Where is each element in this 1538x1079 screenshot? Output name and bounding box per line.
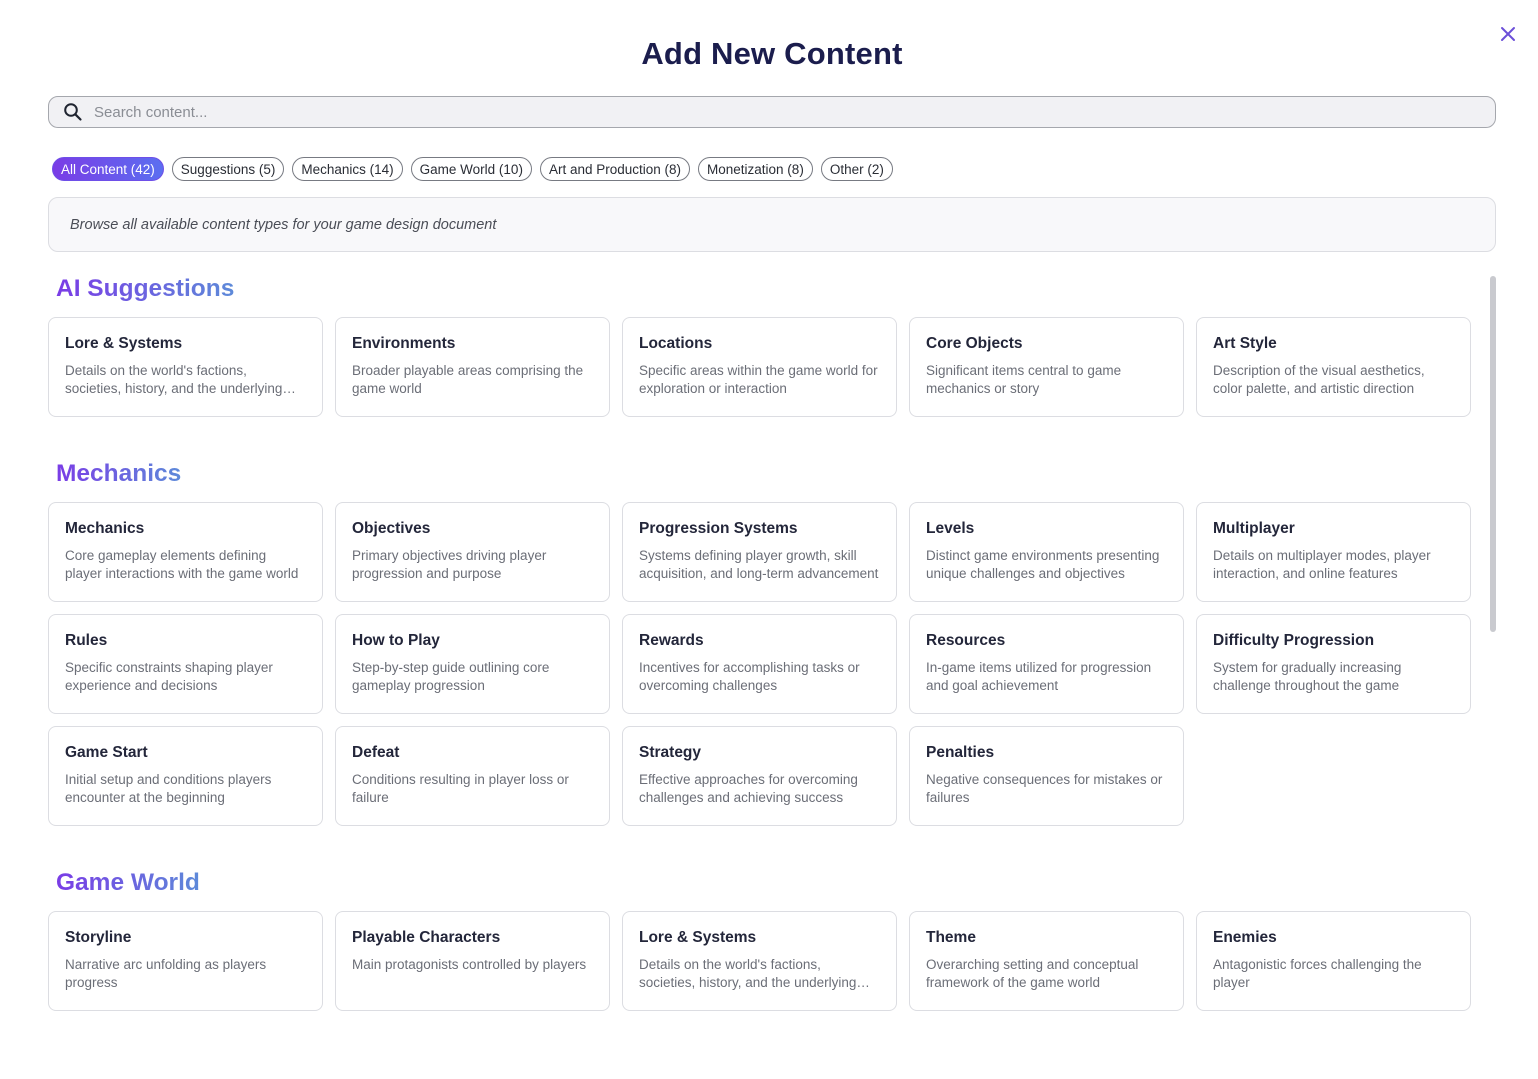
card-title: Game Start <box>65 744 148 761</box>
content-card-rewards[interactable]: Rewards Incentives for accomplishing task… <box>622 614 897 714</box>
content-card-game-start[interactable]: Game Start Initial setup and conditions p… <box>48 726 323 826</box>
card-title: Defeat <box>352 744 400 761</box>
card-description: Negative consequences for mistakes or fa… <box>926 772 1163 805</box>
card-description: Main protagonists controlled by players <box>352 957 587 972</box>
card-description: Details on the world's factions, societi… <box>639 957 857 990</box>
card-title: Rules <box>65 632 108 649</box>
content-list[interactable]: AI Suggestions Lore & Systems Details on t… <box>0 262 1538 1045</box>
browse-description: Browse all available content types for y… <box>48 197 1496 252</box>
section-title-game-world: Game World <box>56 869 200 896</box>
card-description: System for gradually increasing challeng… <box>1213 660 1402 693</box>
card-description: Initial setup and conditions players enc… <box>65 772 272 805</box>
card-description: Effective approaches for overcoming chal… <box>639 772 858 805</box>
content-card-mechanics[interactable]: Mechanics Core gameplay elements defining… <box>48 502 323 602</box>
card-title: Rewards <box>639 632 704 649</box>
content-card-levels[interactable]: Levels Distinct game environments present… <box>909 502 1184 602</box>
content-card-penalties[interactable]: Penalties Negative consequences for mista… <box>909 726 1184 826</box>
card-title: Lore & Systems <box>639 929 757 946</box>
card-title: Difficulty Progression <box>1213 632 1375 649</box>
card-title: Progression Systems <box>639 520 798 537</box>
card-description: Specific areas within the game world for… <box>639 363 878 396</box>
content-card-storyline[interactable]: Storyline Narrative arc unfolding as play… <box>48 911 323 1011</box>
card-title: Core Objects <box>926 335 1023 352</box>
section-title-mechanics: Mechanics <box>56 460 182 487</box>
card-title: Lore & Systems <box>65 335 183 352</box>
card-description: Details on multiplayer modes, player int… <box>1213 548 1431 581</box>
card-description: Specific constraints shaping player expe… <box>65 660 273 693</box>
content-card-how-to-play[interactable]: How to Play Step-by-step guide outlining … <box>335 614 610 714</box>
content-card-locations[interactable]: Locations Specific areas within the game … <box>622 317 897 417</box>
filter-chip-art-and-production[interactable]: Art and Production (8) <box>539 157 691 181</box>
section-title-ai-suggestions: AI Suggestions <box>56 275 235 302</box>
card-title: Theme <box>926 929 976 946</box>
card-description: Incentives for accomplishing tasks or ov… <box>639 660 860 693</box>
dialog-title: Add New Content <box>641 36 903 71</box>
content-card-resources[interactable]: Resources In-game items utilized for prog… <box>909 614 1184 714</box>
card-title: Mechanics <box>65 520 145 537</box>
content-card-lore-and-systems[interactable]: Lore & Systems Details on the world's fac… <box>48 317 323 417</box>
card-description: Systems defining player growth, skill ac… <box>639 548 879 581</box>
content-card-strategy[interactable]: Strategy Effective approaches for overcom… <box>622 726 897 826</box>
filter-chip-other[interactable]: Other (2) <box>820 157 893 181</box>
card-description: Conditions resulting in player loss or f… <box>352 772 569 805</box>
content-card-defeat[interactable]: Defeat Conditions resulting in player los… <box>335 726 610 826</box>
card-title: Strategy <box>639 744 702 761</box>
card-title: Environments <box>352 335 456 352</box>
card-title: Playable Characters <box>352 929 501 946</box>
scrollbar-thumb[interactable] <box>1490 276 1496 632</box>
content-card-theme[interactable]: Theme Overarching setting and conceptual … <box>909 911 1184 1011</box>
card-description: Core gameplay elements defining player i… <box>65 548 299 581</box>
card-description: Description of the visual aesthetics, co… <box>1213 363 1425 396</box>
filter-chip-all-content[interactable]: All Content (42) <box>52 157 164 181</box>
content-card-enemies[interactable]: Enemies Antagonistic forces challenging t… <box>1196 911 1471 1011</box>
search-input[interactable] <box>94 103 1474 121</box>
card-description: In-game items utilized for progression a… <box>926 660 1152 693</box>
content-card-difficulty-progression[interactable]: Difficulty Progression System for gradual… <box>1196 614 1471 714</box>
card-title: Resources <box>926 632 1006 649</box>
card-description: Details on the world's factions, societi… <box>65 363 283 396</box>
filter-chip-monetization[interactable]: Monetization (8) <box>698 157 813 181</box>
card-title: Enemies <box>1213 929 1277 946</box>
card-description: Primary objectives driving player progre… <box>352 548 547 581</box>
card-title: Levels <box>926 520 975 537</box>
content-card-core-objects[interactable]: Core Objects Significant items central to… <box>909 317 1184 417</box>
content-card-objectives[interactable]: Objectives Primary objectives driving pla… <box>335 502 610 602</box>
card-title: Art Style <box>1213 335 1277 352</box>
card-title: Multiplayer <box>1213 520 1295 537</box>
content-card-environments[interactable]: Environments Broader playable areas compr… <box>335 317 610 417</box>
content-card-rules[interactable]: Rules Specific constraints shaping player… <box>48 614 323 714</box>
content-card-multiplayer[interactable]: Multiplayer Details on multiplayer modes,… <box>1196 502 1471 602</box>
card-title: Storyline <box>65 929 132 946</box>
card-description: Broader playable areas comprising the ga… <box>352 363 584 396</box>
content-card-lore-and-systems[interactable]: Lore & Systems Details on the world's fac… <box>622 911 897 1011</box>
card-description: Antagonistic forces challenging the play… <box>1213 957 1422 990</box>
search-bar <box>48 96 1496 128</box>
content-card-playable-characters[interactable]: Playable Characters Main protagonists con… <box>335 911 610 1011</box>
content-card-art-style[interactable]: Art Style Description of the visual aesth… <box>1196 317 1471 417</box>
card-title: How to Play <box>352 632 440 649</box>
card-title: Locations <box>639 335 713 352</box>
search-icon <box>64 103 82 121</box>
card-description: Narrative arc unfolding as players progr… <box>65 957 267 990</box>
card-description: Distinct game environments presenting un… <box>926 548 1160 581</box>
filter-chip-suggestions[interactable]: Suggestions (5) <box>171 157 285 181</box>
card-description: Significant items central to game mechan… <box>926 363 1122 396</box>
filter-chip-mechanics[interactable]: Mechanics (14) <box>292 157 403 181</box>
filter-chip-game-world[interactable]: Game World (10) <box>410 157 532 181</box>
card-description: Step-by-step guide outlining core gamepl… <box>352 660 550 693</box>
card-description: Overarching setting and conceptual frame… <box>926 957 1139 990</box>
card-title: Objectives <box>352 520 431 537</box>
filter-chips: All Content (42) Suggestions (5) Mechani… <box>52 157 893 181</box>
content-card-progression-systems[interactable]: Progression Systems Systems defining play… <box>622 502 897 602</box>
close-icon <box>1501 27 1515 41</box>
card-title: Penalties <box>926 744 995 761</box>
close-button[interactable] <box>1497 23 1519 45</box>
